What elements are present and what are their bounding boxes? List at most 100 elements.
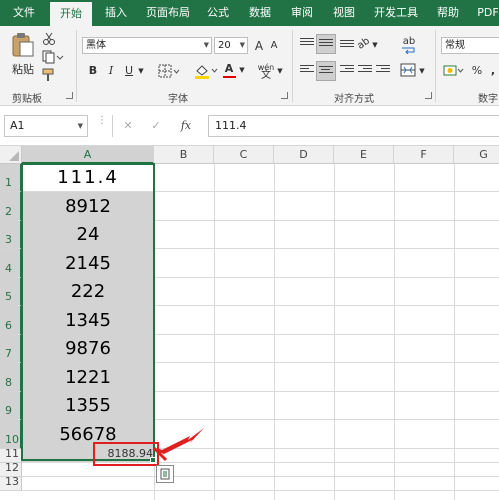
- row-header[interactable]: 13: [0, 475, 22, 491]
- chevron-down-icon: ▼: [277, 67, 283, 75]
- column-header-a[interactable]: A: [22, 146, 154, 164]
- number-format-combo[interactable]: 常规: [441, 37, 499, 54]
- row-header[interactable]: 4: [0, 249, 22, 278]
- insert-function-icon[interactable]: fx: [176, 118, 196, 134]
- row-header[interactable]: 2: [0, 192, 22, 221]
- paste-icon: [12, 33, 34, 57]
- cancel-entry-icon[interactable]: ✕: [120, 118, 136, 134]
- font-color-glyph: A: [224, 62, 234, 75]
- comma-style-button[interactable]: ,: [488, 63, 498, 79]
- row-header[interactable]: 10: [0, 420, 22, 449]
- merge-cells-icon: [400, 63, 416, 77]
- formula-divider: [112, 115, 113, 137]
- chevron-down-icon: ▼: [77, 122, 83, 130]
- row-header[interactable]: 9: [0, 392, 22, 420]
- sum-result-highlight: 8188.94: [93, 442, 159, 466]
- select-all-icon: [9, 151, 19, 161]
- ribbon: 粘贴 剪贴板 黑体 ▼ 20 ▼ A A B I U ▼ A ▼ wén 文 ▼…: [0, 26, 499, 106]
- align-top-icon[interactable]: [300, 38, 314, 50]
- chevron-down-icon[interactable]: ▼: [371, 37, 379, 53]
- format-painter-icon[interactable]: [42, 68, 58, 82]
- name-box[interactable]: A1 ▼: [4, 115, 88, 137]
- clipboard-group-label: 剪贴板: [12, 94, 42, 105]
- border-icon[interactable]: [158, 64, 180, 78]
- font-color-button[interactable]: A ▼: [222, 61, 248, 79]
- cut-icon[interactable]: [42, 32, 56, 46]
- paste-label: 粘贴: [12, 63, 34, 76]
- paste-button[interactable]: 粘贴: [8, 32, 38, 84]
- chevron-down-icon: ▼: [419, 67, 425, 75]
- gridline: [334, 164, 335, 500]
- tab-developer[interactable]: 开发工具: [368, 0, 424, 26]
- font-size-value: 20: [218, 40, 231, 51]
- grow-font-button[interactable]: A: [252, 38, 266, 54]
- phonetic-button[interactable]: wén 文 ▼: [256, 60, 286, 81]
- quick-analysis-icon: [160, 468, 170, 480]
- row-header[interactable]: 5: [0, 278, 22, 306]
- tab-formulas[interactable]: 公式: [200, 0, 236, 26]
- sum-result-value: 8188.94: [107, 447, 154, 460]
- row-header[interactable]: 3: [0, 221, 22, 249]
- tab-page-layout[interactable]: 页面布局: [140, 0, 196, 26]
- ribbon-tab-bar: 文件 开始 插入 页面布局 公式 数据 审阅 视图 开发工具 帮助 PDF: [0, 0, 499, 26]
- italic-button[interactable]: I: [104, 63, 118, 79]
- row-header[interactable]: 6: [0, 306, 22, 335]
- number-group-label: 数字: [478, 94, 498, 105]
- formula-input[interactable]: 111.4: [208, 115, 499, 137]
- tab-pdf[interactable]: PDF: [470, 0, 499, 26]
- font-size-combo[interactable]: 20 ▼: [214, 37, 248, 54]
- chevron-down-icon[interactable]: ▼: [137, 63, 145, 79]
- align-middle-button[interactable]: [316, 34, 336, 54]
- clipboard-launcher-icon[interactable]: [66, 92, 73, 99]
- gridline: [22, 490, 499, 491]
- column-header-d[interactable]: D: [274, 146, 334, 164]
- tab-view[interactable]: 视图: [326, 0, 362, 26]
- tab-help[interactable]: 帮助: [430, 0, 466, 26]
- chevron-down-icon: ▼: [239, 41, 245, 49]
- tab-insert[interactable]: 插入: [96, 0, 136, 26]
- font-name-value: 黑体: [86, 40, 106, 51]
- confirm-entry-icon[interactable]: ✓: [148, 118, 164, 134]
- wrap-text-button[interactable]: ab: [400, 34, 418, 54]
- shrink-font-button[interactable]: A: [268, 38, 280, 54]
- row-header[interactable]: 7: [0, 335, 22, 363]
- font-group-label: 字体: [168, 94, 188, 105]
- phonetic-icon: 文: [261, 70, 271, 81]
- tab-file[interactable]: 文件: [4, 0, 44, 26]
- column-header-g[interactable]: G: [454, 146, 499, 164]
- select-all-corner[interactable]: [0, 146, 22, 164]
- align-right-icon[interactable]: [340, 65, 354, 77]
- underline-button[interactable]: U: [122, 63, 136, 79]
- column-header-b[interactable]: B: [154, 146, 214, 164]
- column-header-e[interactable]: E: [334, 146, 394, 164]
- copy-icon[interactable]: [42, 50, 64, 64]
- percent-style-button[interactable]: %: [470, 63, 484, 79]
- font-launcher-icon[interactable]: [281, 92, 288, 99]
- gridline: [394, 164, 395, 500]
- increase-indent-icon[interactable]: [376, 65, 390, 77]
- red-arrow-icon: [152, 428, 204, 462]
- bold-button[interactable]: B: [86, 63, 100, 79]
- gridline: [274, 164, 275, 500]
- number-format-value: 常规: [445, 40, 465, 51]
- decrease-indent-icon[interactable]: [358, 65, 372, 77]
- align-left-icon[interactable]: [300, 65, 314, 77]
- fill-color-icon[interactable]: [194, 63, 218, 79]
- merge-center-button[interactable]: ▼: [400, 63, 426, 79]
- row-header[interactable]: 1: [0, 164, 22, 192]
- row-header[interactable]: 8: [0, 363, 22, 392]
- font-name-combo[interactable]: 黑体 ▼: [82, 37, 212, 54]
- tab-home[interactable]: 开始: [50, 2, 92, 26]
- tab-review[interactable]: 审阅: [284, 0, 320, 26]
- accounting-format-icon[interactable]: [443, 64, 465, 78]
- quick-analysis-button[interactable]: [156, 465, 174, 483]
- wrap-text-icon: [402, 47, 415, 54]
- column-header-f[interactable]: F: [394, 146, 454, 164]
- tab-data[interactable]: 数据: [242, 0, 278, 26]
- alignment-launcher-icon[interactable]: [425, 92, 432, 99]
- column-header-c[interactable]: C: [214, 146, 274, 164]
- selection-border: [21, 163, 155, 461]
- align-center-button[interactable]: [316, 61, 336, 81]
- align-bottom-icon[interactable]: [340, 40, 354, 52]
- splitter-handle-icon[interactable]: ⋮: [97, 116, 107, 134]
